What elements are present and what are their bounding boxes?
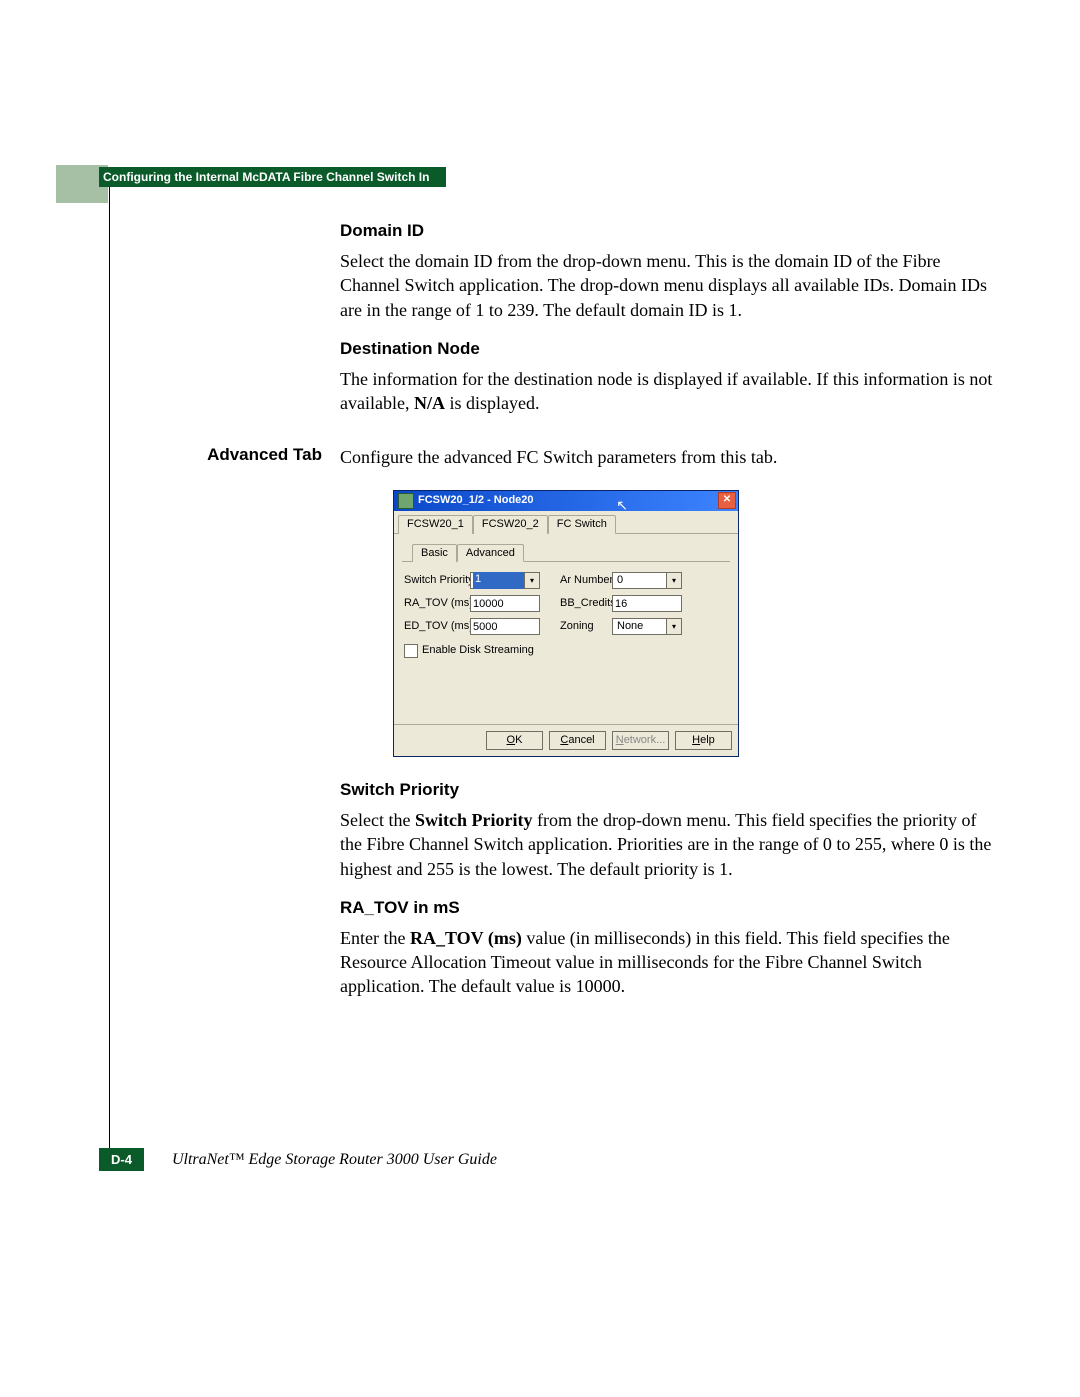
advanced-tab-side-label: Advanced Tab [125, 445, 340, 1014]
input-zoning[interactable]: None ▾ [612, 618, 682, 635]
destination-node-body: The information for the destination node… [340, 367, 1000, 416]
label-ra-tov: RA_TOV (ms): [404, 596, 470, 611]
page: Configuring the Internal McDATA Fibre Ch… [0, 0, 1080, 1397]
dialog-form: Switch Priority 1 ▾ Ar Number 0 ▾ [394, 562, 738, 724]
tab-advanced[interactable]: Advanced [457, 544, 524, 563]
input-switch-priority[interactable]: 1 ▾ [470, 572, 540, 589]
advanced-tab-body: Configure the advanced FC Switch paramet… [340, 445, 1000, 469]
tab-basic[interactable]: Basic [412, 544, 457, 563]
label-enable-disk-streaming: Enable Disk Streaming [422, 643, 534, 658]
page-footer: D-4 UltraNet™ Edge Storage Router 3000 U… [99, 1148, 497, 1171]
chevron-down-icon: ▾ [666, 573, 681, 588]
cursor-icon: ↖ [616, 496, 628, 515]
switch-priority-heading: Switch Priority [340, 779, 1000, 802]
chevron-down-icon: ▾ [666, 619, 681, 634]
app-icon [398, 493, 414, 509]
label-zoning: Zoning [560, 619, 612, 634]
input-ed-tov[interactable] [470, 618, 540, 635]
tabstrip-secondary: Basic Advanced [402, 540, 730, 563]
tabstrip-primary: FCSW20_1 FCSW20_2 FC Switch [394, 511, 738, 534]
label-bb-credits: BB_Credits: [560, 596, 612, 611]
label-ed-tov: ED_TOV (ms): [404, 619, 470, 634]
tab-fcsw20-1[interactable]: FCSW20_1 [398, 515, 473, 534]
tab-fcsw20-2[interactable]: FCSW20_2 [473, 515, 548, 534]
vertical-rule [109, 187, 110, 1150]
checkbox-enable-disk-streaming[interactable] [404, 644, 418, 658]
domain-id-body: Select the domain ID from the drop-down … [340, 249, 1000, 322]
dialog-titlebar[interactable]: FCSW20_1/2 - Node20 ↖ ✕ [394, 491, 738, 511]
tab-fc-switch[interactable]: FC Switch [548, 515, 616, 534]
chevron-down-icon: ▾ [524, 573, 539, 588]
dialog-button-row: OK Cancel Network... Help [394, 724, 738, 756]
destination-node-heading: Destination Node [340, 338, 1000, 361]
content-area: Domain ID Select the domain ID from the … [125, 210, 1000, 1029]
ok-button[interactable]: OK [486, 731, 543, 750]
domain-id-heading: Domain ID [340, 220, 1000, 243]
input-ra-tov[interactable] [470, 595, 540, 612]
input-ar-number[interactable]: 0 ▾ [612, 572, 682, 589]
label-switch-priority: Switch Priority [404, 573, 470, 588]
dialog-title: FCSW20_1/2 - Node20 [418, 493, 718, 508]
close-button[interactable]: ✕ [718, 492, 736, 509]
input-bb-credits[interactable] [612, 595, 682, 612]
fc-switch-dialog: FCSW20_1/2 - Node20 ↖ ✕ FCSW20_1 FCSW20_… [393, 490, 739, 757]
page-number-badge: D-4 [99, 1148, 144, 1171]
network-button: Network... [612, 731, 669, 750]
help-button[interactable]: Help [675, 731, 732, 750]
guide-title: UltraNet™ Edge Storage Router 3000 User … [172, 1151, 497, 1169]
ra-tov-heading: RA_TOV in mS [340, 897, 1000, 920]
cancel-button[interactable]: Cancel [549, 731, 606, 750]
label-ar-number: Ar Number [560, 573, 612, 588]
ra-tov-body: Enter the RA_TOV (ms) value (in millisec… [340, 926, 1000, 999]
switch-priority-body: Select the Switch Priority from the drop… [340, 808, 1000, 881]
header-bar: Configuring the Internal McDATA Fibre Ch… [99, 167, 446, 187]
